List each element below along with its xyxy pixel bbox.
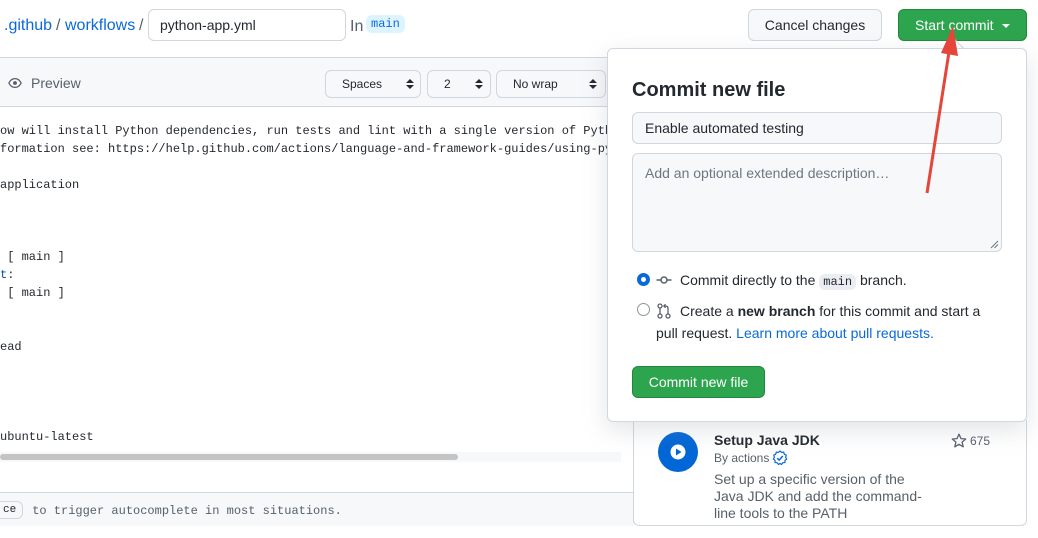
code-line: formation see: https://help.github.com/a…: [0, 140, 612, 158]
indent-size-select[interactable]: 2: [427, 70, 491, 98]
resize-grip-icon[interactable]: [990, 240, 999, 249]
code-line: ubuntu-latest: [0, 428, 94, 446]
code-text: application: [0, 178, 80, 192]
radio-commit-direct[interactable]: [637, 273, 650, 286]
git-pull-request-icon: [657, 303, 671, 319]
code-text: formation see: https://help.github.com/a…: [0, 142, 613, 156]
verified-icon: [772, 450, 788, 466]
learn-more-pull-requests-link[interactable]: Learn more about pull requests.: [736, 325, 934, 341]
breadcrumb-github-link[interactable]: .github: [4, 16, 52, 36]
radio-new-branch[interactable]: [637, 303, 650, 316]
indent-size-value: 2: [444, 77, 451, 91]
wrap-mode-value: No wrap: [513, 77, 558, 91]
option-direct-text: Commit directly to the: [680, 272, 820, 288]
filename-input[interactable]: python-app.yml: [148, 9, 346, 41]
code-line: ead: [0, 338, 22, 356]
marketplace-panel: Setup Java JDK By actions Set up a speci…: [633, 420, 1027, 526]
option-commit-direct-label[interactable]: Commit directly to the main branch.: [680, 269, 907, 293]
commit-summary-input[interactable]: Enable automated testing: [632, 112, 1002, 144]
option-new-branch-label[interactable]: Create a new branch for this commit and …: [680, 300, 980, 322]
action-description: Set up a specific version of the Java JD…: [714, 471, 922, 521]
code-line: t:: [0, 266, 14, 284]
code-text: ow will install Python dependencies, run…: [0, 124, 613, 138]
editor-footer: ce to trigger autocomplete in most situa…: [0, 492, 633, 526]
select-arrows-icon: [589, 79, 597, 89]
description-placeholder: Add an optional extended description…: [645, 165, 890, 181]
horizontal-scrollbar-thumb[interactable]: [0, 454, 458, 460]
code-content[interactable]: ow will install Python dependencies, run…: [0, 108, 621, 458]
code-line: ow will install Python dependencies, run…: [0, 122, 612, 140]
option-branch-line2: pull request.: [656, 325, 737, 341]
code-text: [ main ]: [0, 286, 65, 300]
wrap-mode-select[interactable]: No wrap: [496, 70, 606, 98]
option-direct-suffix: branch.: [856, 272, 907, 288]
star-count: 675: [970, 434, 991, 448]
code-text: ubuntu-latest: [0, 430, 94, 444]
code-punctuation: :: [7, 268, 15, 282]
option-direct-branch: main: [819, 274, 857, 290]
dialog-title: Commit new file: [632, 79, 786, 101]
action-logo: [658, 432, 698, 472]
breadcrumb-separator: /: [56, 17, 61, 34]
code-line: [ main ]: [0, 248, 65, 266]
autocomplete-hint: to trigger autocomplete in most situatio…: [25, 504, 342, 518]
option-new-branch-line2: pull request. Learn more about pull requ…: [656, 322, 934, 344]
action-author: By actions: [714, 451, 770, 465]
commit-new-file-button[interactable]: Commit new file: [632, 366, 765, 398]
select-arrows-icon: [406, 79, 414, 89]
option-branch-suffix: for this commit and start a: [815, 303, 981, 319]
select-arrows-icon: [475, 79, 483, 89]
action-title-link[interactable]: Setup Java JDK: [714, 432, 820, 448]
code-editor: Preview Spaces 2 No wrap ow will install…: [0, 57, 634, 526]
keyboard-shortcut-key: ce: [0, 501, 24, 519]
in-branch-label: In: [350, 18, 364, 35]
code-line: [ main ]: [0, 284, 65, 302]
indent-mode-select[interactable]: Spaces: [325, 70, 421, 98]
start-commit-button[interactable]: Start commit: [898, 9, 1027, 41]
play-icon: [670, 444, 686, 460]
code-text: ead: [0, 340, 22, 354]
star-icon[interactable]: [951, 433, 967, 449]
commit-description-textarea[interactable]: Add an optional extended description…: [632, 153, 1002, 252]
code-line: application: [0, 176, 79, 194]
chevron-down-icon: [1002, 24, 1010, 28]
code-text: [ main ]: [0, 250, 65, 264]
option-branch-bold: new branch: [737, 303, 816, 319]
commit-dialog: Commit new file Enable automated testing…: [607, 48, 1027, 422]
cancel-changes-button[interactable]: Cancel changes: [748, 9, 882, 41]
eye-icon: [8, 77, 22, 89]
tab-preview[interactable]: Preview: [31, 75, 81, 91]
file-path-header: .github / workflows / python-app.yml In …: [0, 0, 1038, 52]
commit-icon: [656, 276, 672, 284]
start-commit-label: Start commit: [915, 17, 994, 33]
editor-toolbar: Preview Spaces 2 No wrap: [0, 58, 633, 107]
option-branch-text: Create a: [680, 303, 738, 319]
breadcrumb-separator: /: [139, 17, 144, 34]
breadcrumb-workflows-link[interactable]: workflows: [65, 16, 135, 36]
indent-mode-value: Spaces: [342, 77, 383, 91]
branch-badge: main: [366, 15, 405, 33]
